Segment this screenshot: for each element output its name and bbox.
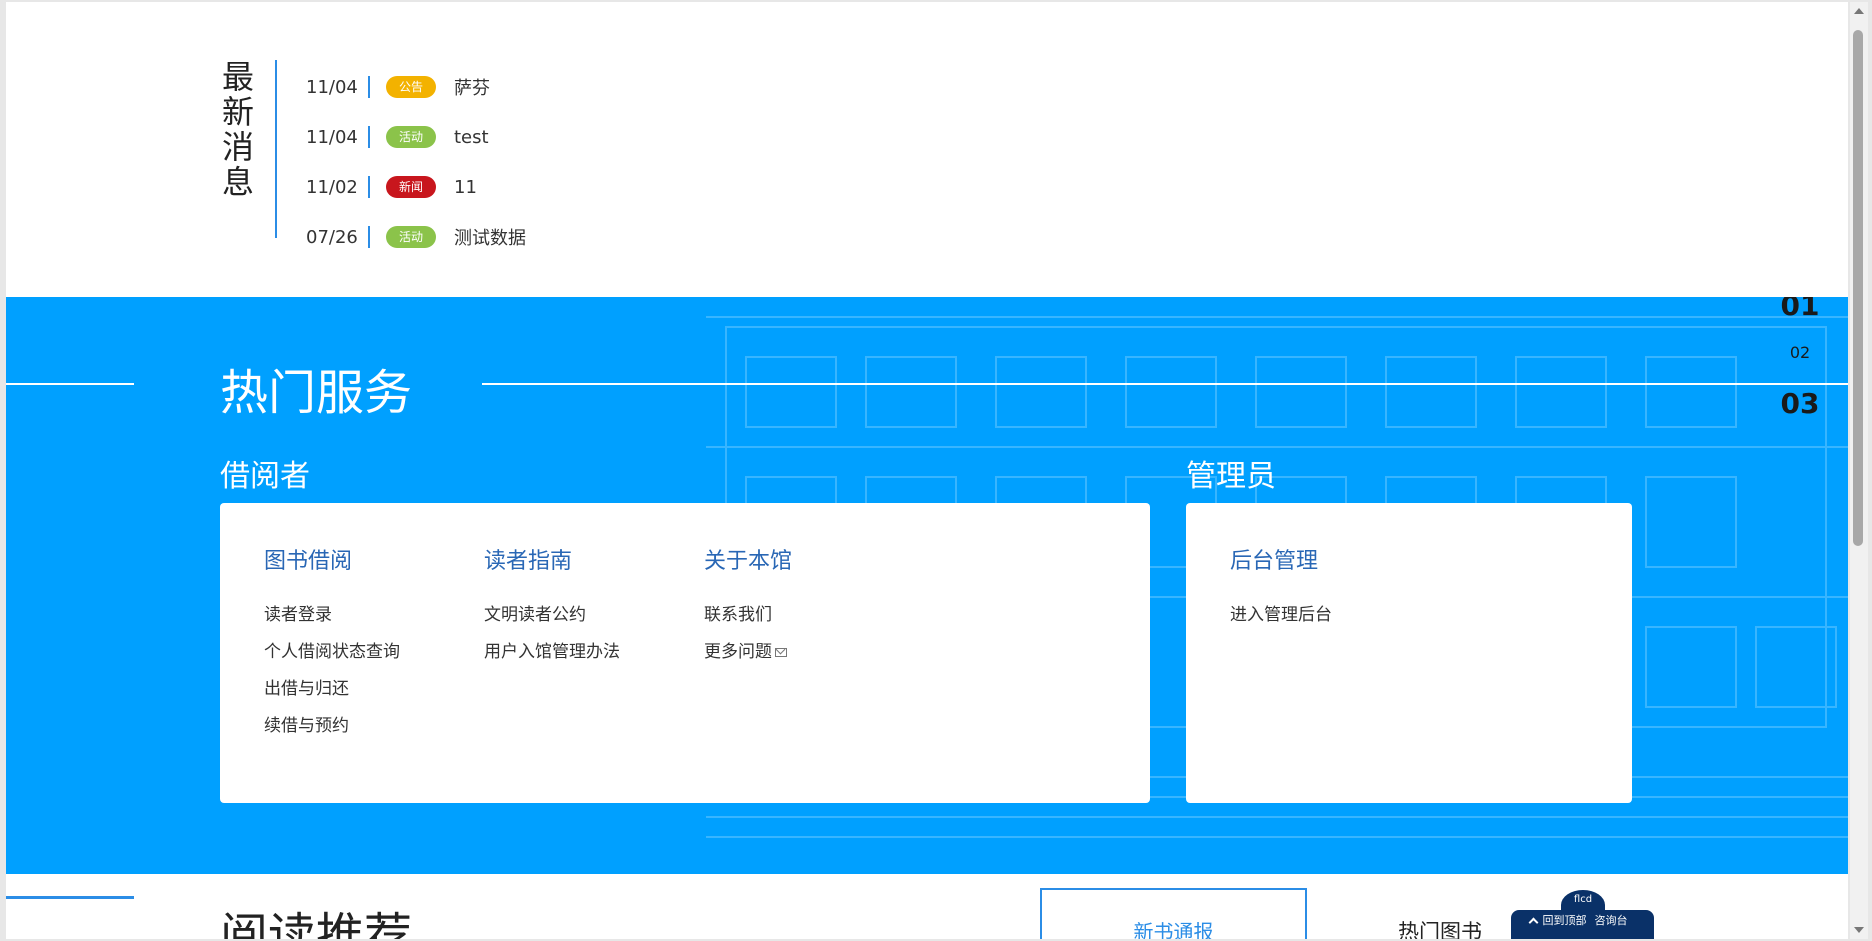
scroll-up-arrow-icon[interactable] — [1854, 8, 1864, 14]
reading-recommendations-title: 阅读推荐 — [220, 908, 413, 939]
service-link[interactable]: 个人借阅状态查询 — [264, 634, 400, 671]
pager-item[interactable]: 02 — [1770, 343, 1830, 362]
widget-bar: 回到顶部 咨询台 — [1511, 910, 1654, 939]
news-separator — [368, 126, 370, 148]
service-column: 读者指南 文明读者公约 用户入馆管理办法 — [484, 543, 620, 671]
news-date: 07/26 — [306, 226, 358, 248]
vertical-scrollbar[interactable] — [1850, 2, 1868, 939]
hot-services-title: 热门服务 — [220, 365, 413, 421]
reader-group-label: 借阅者 — [220, 459, 310, 494]
news-link[interactable]: 萨芬 — [454, 74, 490, 100]
news-tag: 公告 — [386, 76, 436, 98]
reader-services-card: 图书借阅 读者登录 个人借阅状态查询 出借与归还 续借与预约 读者指南 文明读者… — [220, 503, 1150, 803]
news-tag: 新闻 — [386, 176, 436, 198]
pager-item[interactable]: 01 — [1770, 297, 1830, 322]
news-link[interactable]: 测试数据 — [454, 224, 526, 250]
service-link[interactable]: 更多问题 — [704, 642, 772, 662]
admin-group-label: 管理员 — [1186, 459, 1276, 494]
consult-desk-link[interactable]: 咨询台 — [1595, 912, 1628, 928]
news-separator — [368, 176, 370, 198]
news-date: 11/02 — [306, 176, 358, 198]
new-books-button[interactable]: 新书通报 — [1040, 888, 1307, 939]
reco-line — [6, 896, 134, 899]
column-heading[interactable]: 关于本馆 — [704, 543, 792, 575]
scroll-thumb[interactable] — [1853, 30, 1863, 546]
service-link[interactable]: 文明读者公约 — [484, 597, 620, 634]
column-heading[interactable]: 后台管理 — [1230, 543, 1332, 575]
news-item[interactable]: 07/26 活动 测试数据 — [306, 212, 526, 262]
admin-services-card: 后台管理 进入管理后台 — [1186, 503, 1632, 803]
service-link[interactable]: 用户入馆管理办法 — [484, 634, 620, 671]
column-heading[interactable]: 图书借阅 — [264, 543, 400, 575]
news-link[interactable]: 11 — [454, 177, 477, 198]
hot-books-tab[interactable]: 热门图书 — [1398, 916, 1482, 939]
scroll-down-arrow-icon[interactable] — [1854, 927, 1864, 933]
news-item[interactable]: 11/02 新闻 11 — [306, 162, 526, 212]
service-link[interactable]: 读者登录 — [264, 597, 400, 634]
service-link[interactable]: 进入管理后台 — [1230, 597, 1332, 634]
news-separator — [368, 76, 370, 98]
service-link[interactable]: 续借与预约 — [264, 708, 400, 745]
news-tag: 活动 — [386, 126, 436, 148]
floating-widget: flcd 回到顶部 咨询台 — [1511, 886, 1654, 939]
mail-icon — [775, 648, 787, 657]
news-date: 11/04 — [306, 126, 358, 148]
news-item[interactable]: 11/04 公告 萨芬 — [306, 62, 526, 112]
section-line-left — [6, 383, 134, 385]
service-column: 后台管理 进入管理后台 — [1230, 543, 1332, 634]
news-title: 最新消息 — [221, 58, 254, 201]
service-column: 关于本馆 联系我们 更多问题 — [704, 543, 792, 671]
news-link[interactable]: test — [454, 127, 489, 148]
service-link-with-icon[interactable]: 更多问题 — [704, 634, 792, 671]
news-separator — [368, 226, 370, 248]
news-list: 11/04 公告 萨芬 11/04 活动 test 11/02 新闻 11 07… — [306, 62, 526, 262]
column-heading[interactable]: 读者指南 — [484, 543, 620, 575]
news-item[interactable]: 11/04 活动 test — [306, 112, 526, 162]
hot-services-section: 热门服务 01 02 03 借阅者 图书借阅 读者登录 个人借阅状态查询 出借与… — [6, 297, 1848, 874]
page-viewport: 最新消息 11/04 公告 萨芬 11/04 活动 test 11/02 新闻 … — [6, 2, 1848, 939]
service-column: 图书借阅 读者登录 个人借阅状态查询 出借与归还 续借与预约 — [264, 543, 400, 745]
service-link[interactable]: 联系我们 — [704, 597, 792, 634]
service-link[interactable]: 出借与归还 — [264, 671, 400, 708]
section-line-right — [482, 383, 1848, 385]
pager-item[interactable]: 03 — [1770, 387, 1830, 420]
chevron-up-icon — [1528, 917, 1538, 927]
news-tag: 活动 — [386, 226, 436, 248]
news-date: 11/04 — [306, 76, 358, 98]
news-divider — [275, 60, 277, 238]
back-to-top-link[interactable]: 回到顶部 — [1543, 912, 1587, 928]
